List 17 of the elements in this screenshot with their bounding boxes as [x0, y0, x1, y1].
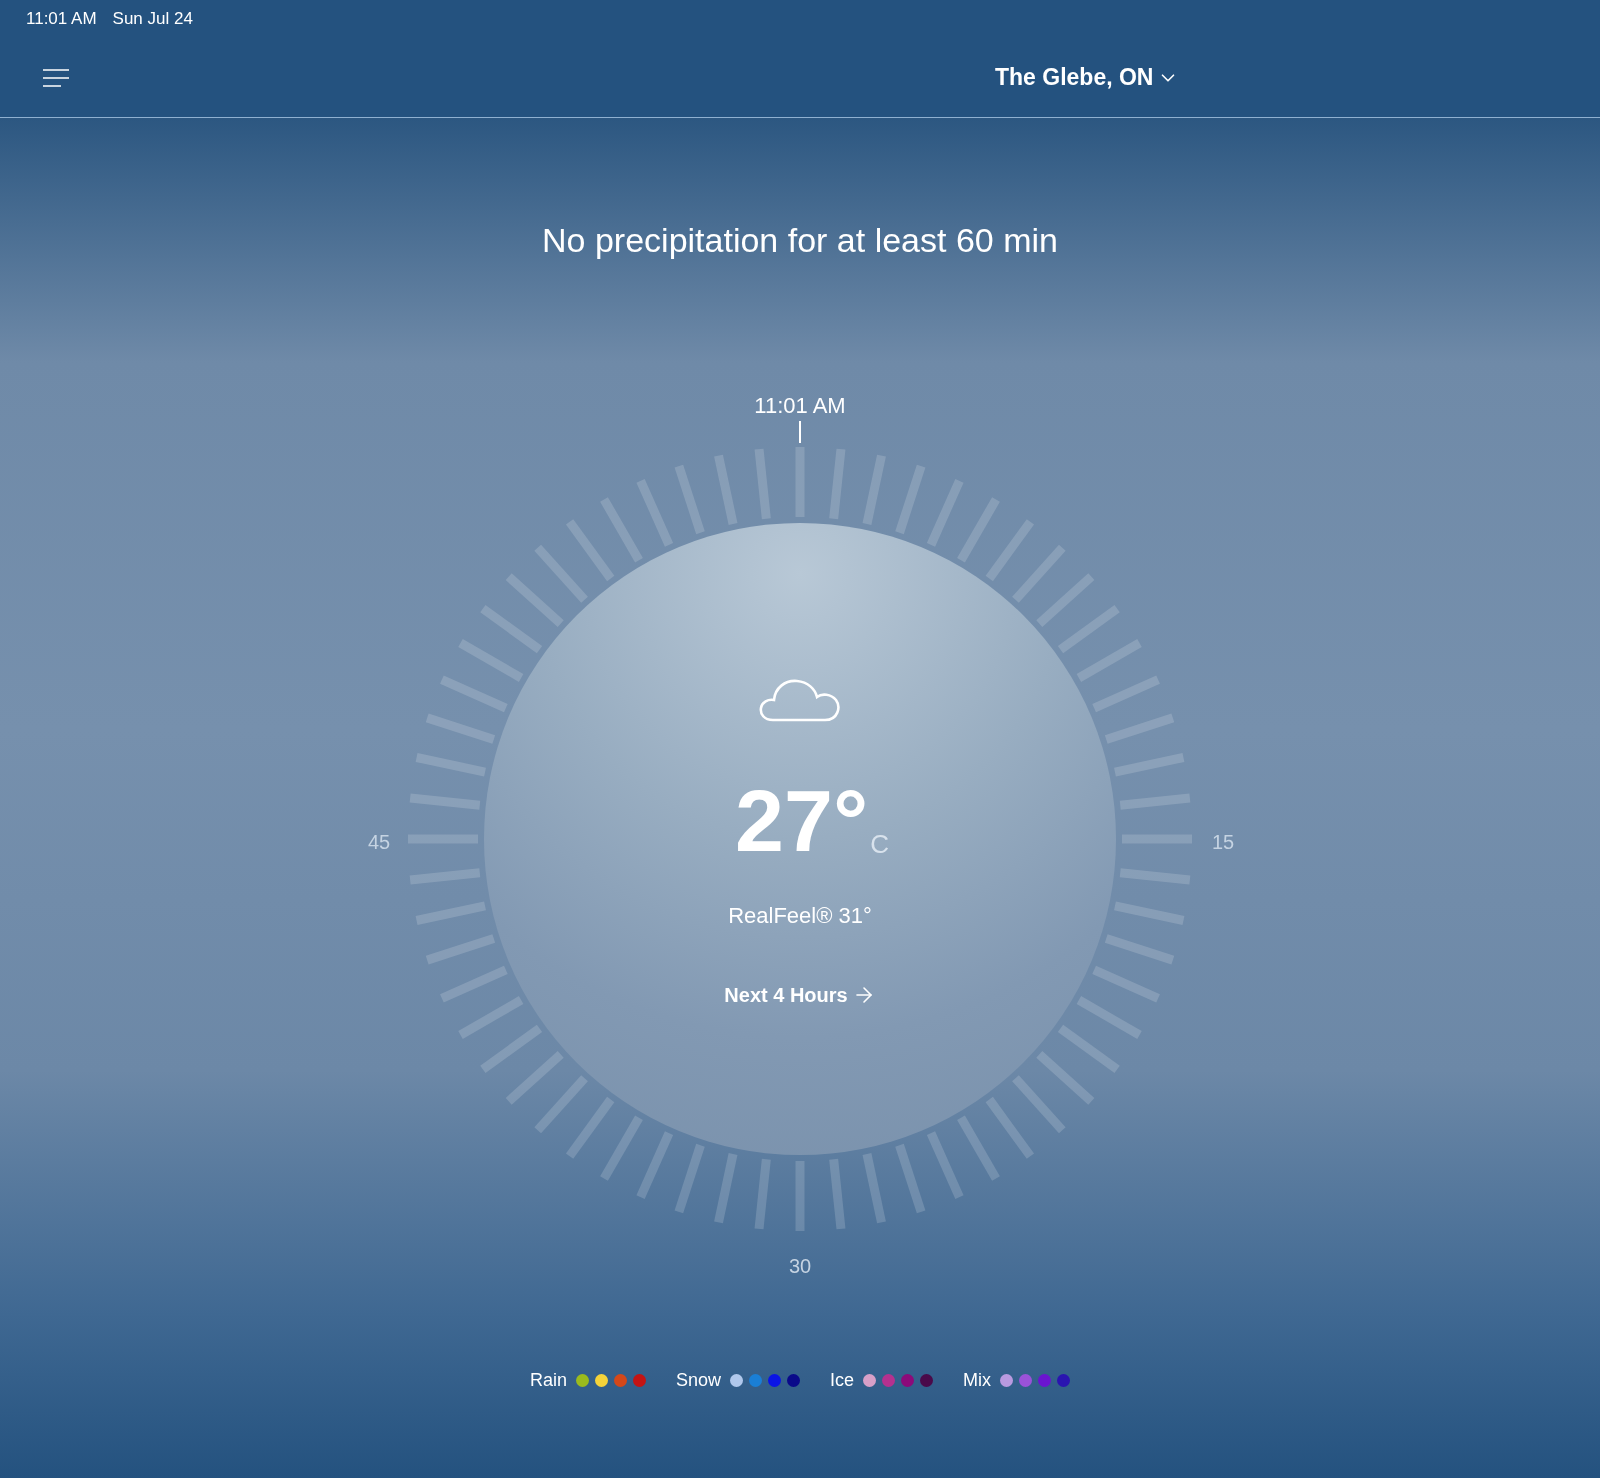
legend-label: Mix [963, 1369, 992, 1392]
minute-label: 30 [787, 1254, 813, 1279]
menu-icon [42, 66, 70, 89]
realfeel-text: RealFeel® 31° [728, 902, 872, 930]
temperature: 27° [735, 775, 869, 867]
precipitation-summary: No precipitation for at least 60 min [542, 220, 1058, 261]
legend-label: Rain [529, 1369, 567, 1392]
legend-label: Ice [830, 1369, 855, 1392]
minute-label: 45 [366, 830, 392, 855]
dial-time-label: 11:01 AM [753, 392, 847, 420]
time-marker [799, 421, 801, 443]
location-selector[interactable]: The Glebe, ON [995, 60, 1180, 95]
temperature-unit: C [870, 828, 889, 861]
status-time: 11:01 AM [26, 8, 97, 31]
status-date: Sun Jul 24 [112, 8, 193, 31]
legend-label: Snow [676, 1369, 721, 1392]
minute-label: 15 [1210, 830, 1236, 855]
